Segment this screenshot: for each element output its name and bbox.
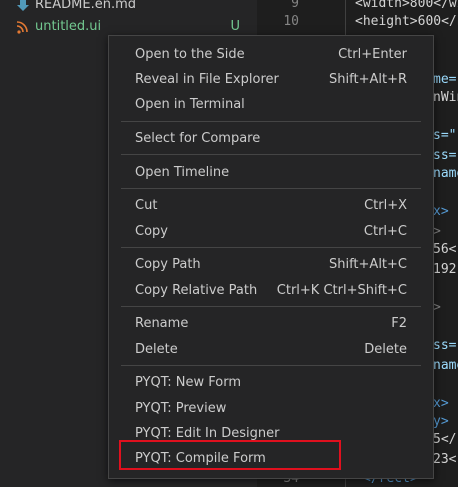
- menu-item-open-timeline[interactable]: Open Timeline: [109, 160, 433, 186]
- menu-item-reveal-in-explorer[interactable]: Reveal in File Explorer Shift+Alt+R: [109, 67, 433, 93]
- code-line: <height>600</h: [355, 14, 458, 29]
- menu-item-cut[interactable]: Cut Ctrl+X: [109, 193, 433, 219]
- menu-item-delete[interactable]: Delete Delete: [109, 337, 433, 363]
- line-number: 9: [291, 0, 299, 11]
- menu-item-open-to-side[interactable]: Open to the Side Ctrl+Enter: [109, 42, 433, 68]
- menu-item-label: Copy Relative Path: [135, 283, 258, 298]
- menu-item-label: PYQT: Preview: [135, 401, 227, 416]
- menu-item-label: PYQT: Edit In Designer: [135, 426, 280, 441]
- menu-separator: [121, 247, 421, 248]
- menu-item-rename[interactable]: Rename F2: [109, 311, 433, 337]
- code-fragment: me=: [433, 72, 457, 87]
- menu-item-copy-relative-path[interactable]: Copy Relative Path Ctrl+K Ctrl+Shift+C: [109, 278, 433, 304]
- code-fragment: nWin: [433, 90, 458, 105]
- menu-item-label: PYQT: New Form: [135, 375, 241, 390]
- highlight-box: [119, 440, 341, 470]
- code-fragment: y>: [433, 414, 449, 429]
- rss-feed-icon: [16, 21, 29, 35]
- menu-item-label: Copy: [135, 224, 168, 239]
- menu-item-shortcut: Ctrl+Enter: [338, 47, 407, 62]
- code-fragment: >: [433, 224, 441, 239]
- menu-item-shortcut: Ctrl+K Ctrl+Shift+C: [276, 283, 407, 298]
- menu-separator: [121, 121, 421, 122]
- code-fragment: 192: [433, 262, 457, 277]
- menu-item-pyqt-new-form[interactable]: PYQT: New Form: [109, 370, 433, 396]
- menu-item-label: Open in Terminal: [135, 97, 245, 112]
- markdown-download-icon: [17, 0, 29, 13]
- code-fragment: x>: [433, 396, 449, 411]
- menu-item-label: Copy Path: [135, 257, 201, 272]
- menu-item-shortcut: Delete: [364, 342, 407, 357]
- line-number: 10: [283, 14, 299, 29]
- context-menu: Open to the Side Ctrl+Enter Reveal in Fi…: [108, 35, 434, 479]
- menu-item-pyqt-preview[interactable]: PYQT: Preview: [109, 396, 433, 422]
- menu-item-shortcut: Ctrl+C: [363, 224, 407, 239]
- menu-separator: [121, 306, 421, 307]
- menu-separator: [121, 154, 421, 155]
- menu-item-copy-path[interactable]: Copy Path Shift+Alt+C: [109, 252, 433, 278]
- menu-item-label: Cut: [135, 198, 158, 213]
- file-name: untitled.ui: [35, 19, 102, 34]
- code-line: <width>800</wi: [355, 0, 458, 11]
- code-fragment: >: [433, 300, 441, 315]
- code-fragment: s="(: [433, 128, 458, 143]
- menu-item-shortcut: F2: [391, 316, 407, 331]
- menu-item-label: Delete: [135, 342, 178, 357]
- menu-separator: [121, 188, 421, 189]
- menu-separator: [121, 365, 421, 366]
- menu-item-copy[interactable]: Copy Ctrl+C: [109, 219, 433, 245]
- menu-item-shortcut: Shift+Alt+R: [329, 72, 407, 87]
- code-fragment: 23<: [433, 452, 457, 467]
- code-fragment: x>: [433, 204, 449, 219]
- code-fragment: name: [433, 166, 458, 181]
- menu-item-label: Reveal in File Explorer: [135, 72, 279, 87]
- code-fragment: name: [433, 358, 458, 373]
- menu-item-shortcut: Ctrl+X: [364, 198, 407, 213]
- menu-item-select-for-compare[interactable]: Select for Compare: [109, 126, 433, 152]
- git-status-badge: U: [230, 19, 240, 34]
- menu-item-label: Open to the Side: [135, 47, 245, 62]
- code-fragment: 56<: [433, 242, 457, 257]
- menu-item-label: Open Timeline: [135, 165, 230, 180]
- code-fragment: 5</: [433, 432, 457, 447]
- menu-item-label: Rename: [135, 316, 189, 331]
- code-fragment: ss=: [433, 338, 457, 353]
- file-item-readme[interactable]: README.en.md: [0, 0, 257, 17]
- menu-item-open-in-terminal[interactable]: Open in Terminal: [109, 92, 433, 118]
- code-fragment: ss=: [433, 148, 457, 163]
- menu-item-label: Select for Compare: [135, 131, 261, 146]
- menu-item-shortcut: Shift+Alt+C: [328, 257, 407, 272]
- file-name: README.en.md: [35, 0, 136, 12]
